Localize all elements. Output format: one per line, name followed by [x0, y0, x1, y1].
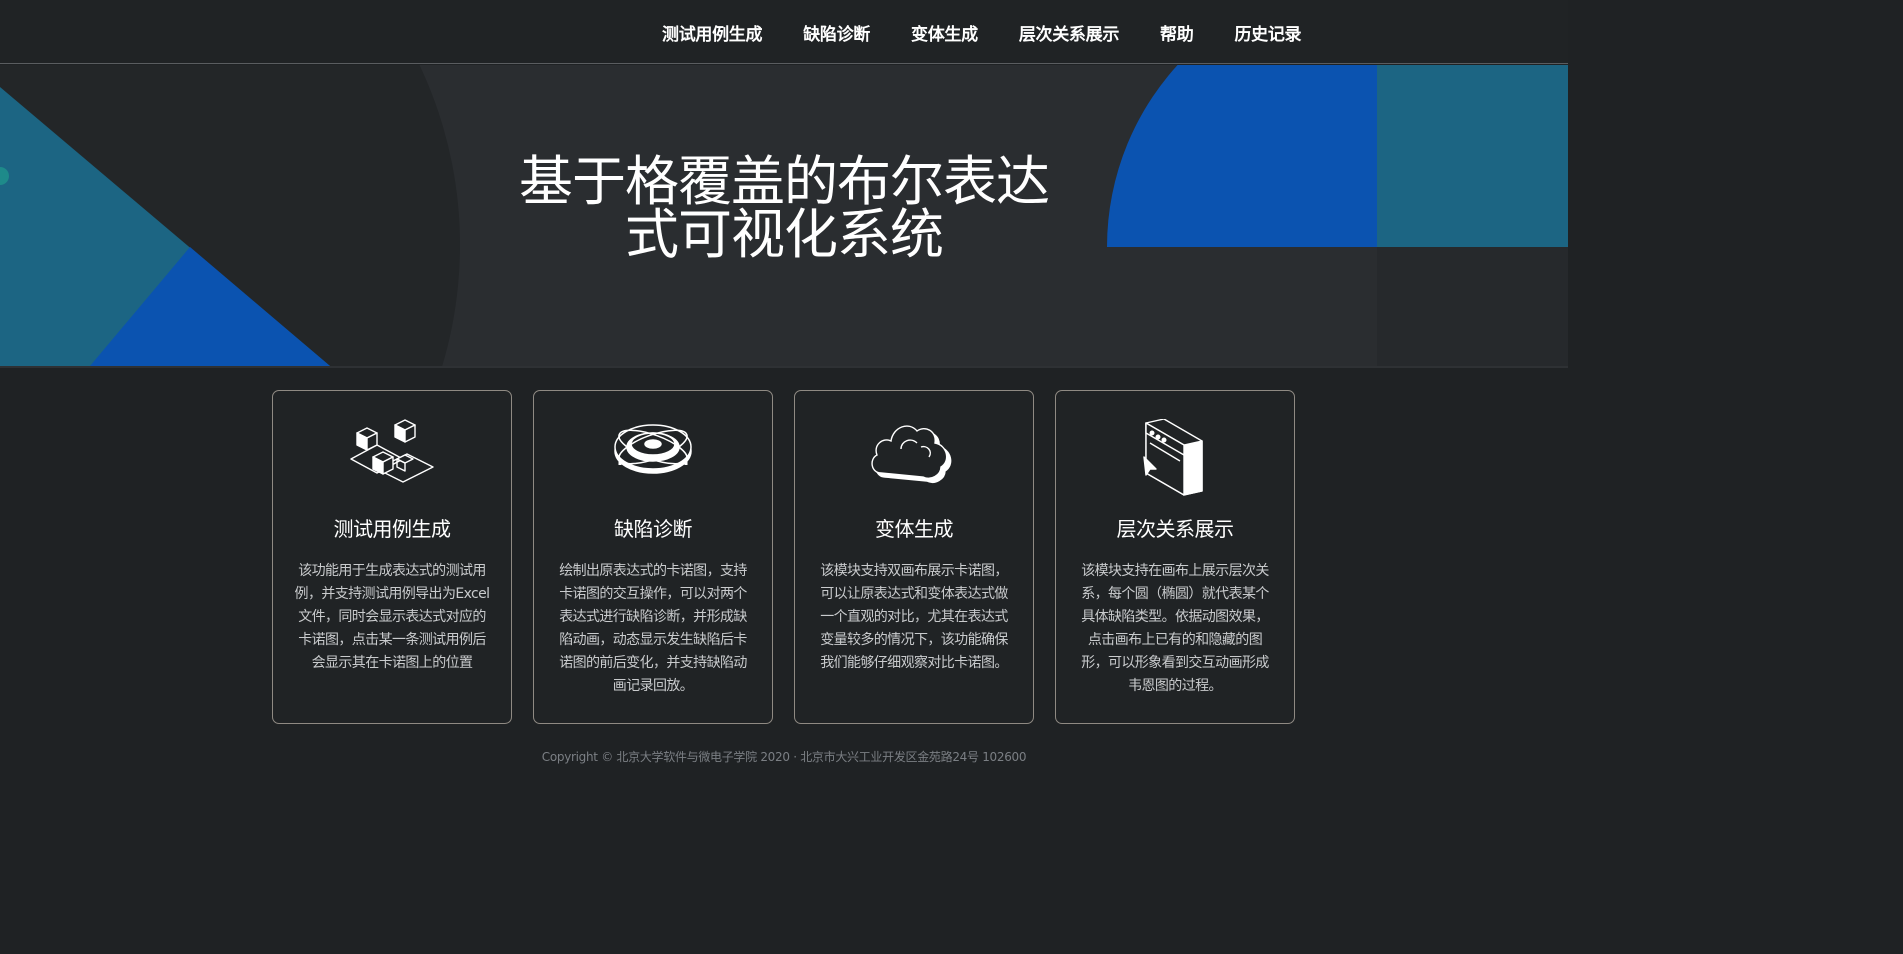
page-title-line1: 基于格覆盖的布尔表达: [519, 150, 1050, 213]
feature-card-variant-generation[interactable]: 变体生成 该模块支持双画布展示卡诺图，可以让原表达式和变体表达式做一个直观的对比…: [794, 390, 1034, 724]
card-description: 该功能用于生成表达式的测试用例，并支持测试用例导出为Excel文件，同时会显示表…: [294, 563, 490, 671]
card-icon-container: [534, 391, 772, 495]
card-description: 该模块支持在画布上展示层次关系，每个圆（椭圆）就代表某个具体缺陷类型。依据动图效…: [1081, 563, 1269, 694]
hero-dark-rect: [1377, 247, 1568, 366]
card-title: 变体生成: [875, 517, 954, 541]
feature-card-hierarchy-display[interactable]: 层次关系展示 该模块支持在画布上展示层次关系，每个圆（椭圆）就代表某个具体缺陷类…: [1055, 390, 1295, 724]
main-nav: 测试用例生成 缺陷诊断 变体生成 层次关系展示 帮助 历史记录: [662, 0, 1302, 64]
cloud-icon: [871, 425, 952, 483]
feature-cards: 测试用例生成 该功能用于生成表达式的测试用例，并支持测试用例导出为Excel文件…: [272, 390, 1295, 724]
nav-defect-diagnosis[interactable]: 缺陷诊断: [803, 20, 870, 45]
cubes-icon: [350, 419, 434, 483]
top-navbar: 测试用例生成 缺陷诊断 变体生成 层次关系展示 帮助 历史记录: [0, 0, 1568, 64]
nav-history[interactable]: 历史记录: [1234, 20, 1301, 45]
page-title-line2: 式可视化系统: [625, 203, 944, 266]
card-icon-container: [1056, 391, 1294, 496]
card-icon-container: [273, 391, 511, 495]
card-description: 绘制出原表达式的卡诺图，支持卡诺图的交互操作，可以对两个表达式进行缺陷诊断，并形…: [559, 563, 747, 694]
card-icon-container: [795, 391, 1033, 495]
nav-test-case-generation[interactable]: 测试用例生成: [662, 20, 763, 45]
browser-window-icon: [1143, 419, 1203, 496]
card-title: 层次关系展示: [1116, 517, 1235, 541]
feature-card-test-case[interactable]: 测试用例生成 该功能用于生成表达式的测试用例，并支持测试用例导出为Excel文件…: [272, 390, 512, 724]
nav-variant-generation[interactable]: 变体生成: [911, 20, 978, 45]
card-description: 该模块支持双画布展示卡诺图，可以让原表达式和变体表达式做一个直观的对比，尤其在表…: [820, 563, 1008, 671]
atom-disc-icon: [614, 424, 692, 474]
nav-help[interactable]: 帮助: [1160, 20, 1194, 45]
card-title: 测试用例生成: [333, 517, 452, 541]
nav-hierarchy-display[interactable]: 层次关系展示: [1019, 20, 1120, 45]
card-title: 缺陷诊断: [614, 517, 693, 541]
page-title: 基于格覆盖的布尔表达 式可视化系统: [0, 150, 1568, 266]
footer-copyright: Copyright © 北京大学软件与微电子学院 2020 · 北京市大兴工业开…: [541, 750, 1027, 764]
feature-card-defect-diagnosis[interactable]: 缺陷诊断 绘制出原表达式的卡诺图，支持卡诺图的交互操作，可以对两个表达式进行缺陷…: [533, 390, 773, 724]
hero-banner: 基于格覆盖的布尔表达 式可视化系统: [0, 65, 1568, 366]
hero-divider: [0, 366, 1568, 368]
